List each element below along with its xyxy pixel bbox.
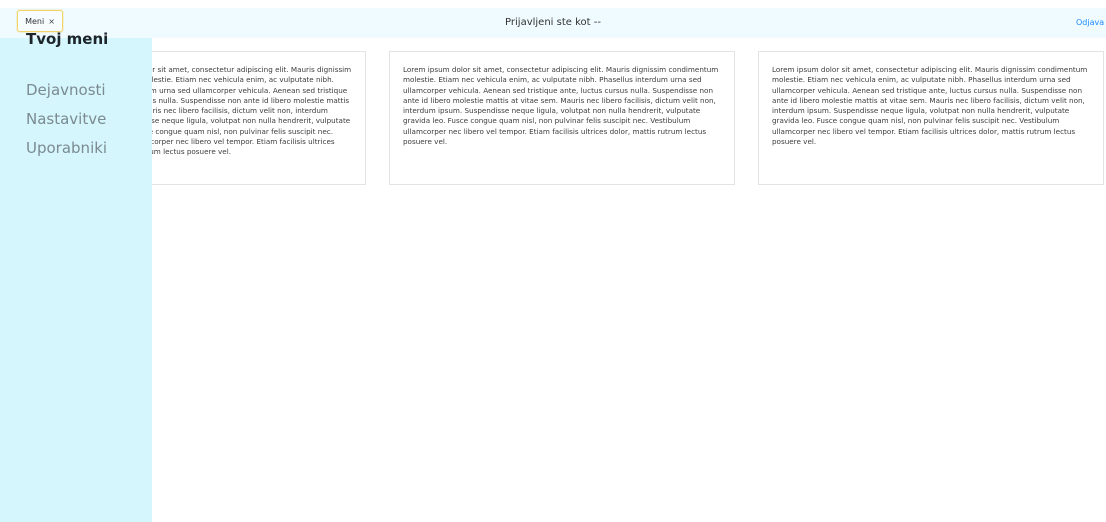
content-card: Lorem ipsum dolor sit amet, consectetur … (758, 51, 1104, 185)
sidebar-item-nastavitve[interactable]: Nastavitve (26, 110, 106, 128)
content-card: Lorem ipsum dolor sit amet, consectetur … (125, 51, 366, 185)
logout-link[interactable]: Odjava (1076, 8, 1106, 38)
content-card: Lorem ipsum dolor sit amet, consectetur … (389, 51, 735, 185)
card-text: Lorem ipsum dolor sit amet, consectetur … (126, 65, 352, 157)
card-text: Lorem ipsum dolor sit amet, consectetur … (403, 65, 719, 147)
sidebar-item-dejavnosti[interactable]: Dejavnosti (26, 81, 106, 99)
logged-in-status: Prijavljeni ste kot -- (505, 17, 601, 28)
side-menu: Tvoj meni Dejavnosti Nastavitve Uporabni… (0, 30, 152, 522)
sidebar-item-tvoj-meni[interactable]: Tvoj meni (26, 30, 108, 48)
app-page: Meni × Prijavljeni ste kot -- Odjava Lor… (0, 0, 1106, 522)
sidebar-item-uporabniki[interactable]: Uporabniki (26, 139, 107, 157)
card-text: Lorem ipsum dolor sit amet, consectetur … (772, 65, 1088, 147)
top-bar: Meni × Prijavljeni ste kot -- Odjava (0, 8, 1106, 38)
